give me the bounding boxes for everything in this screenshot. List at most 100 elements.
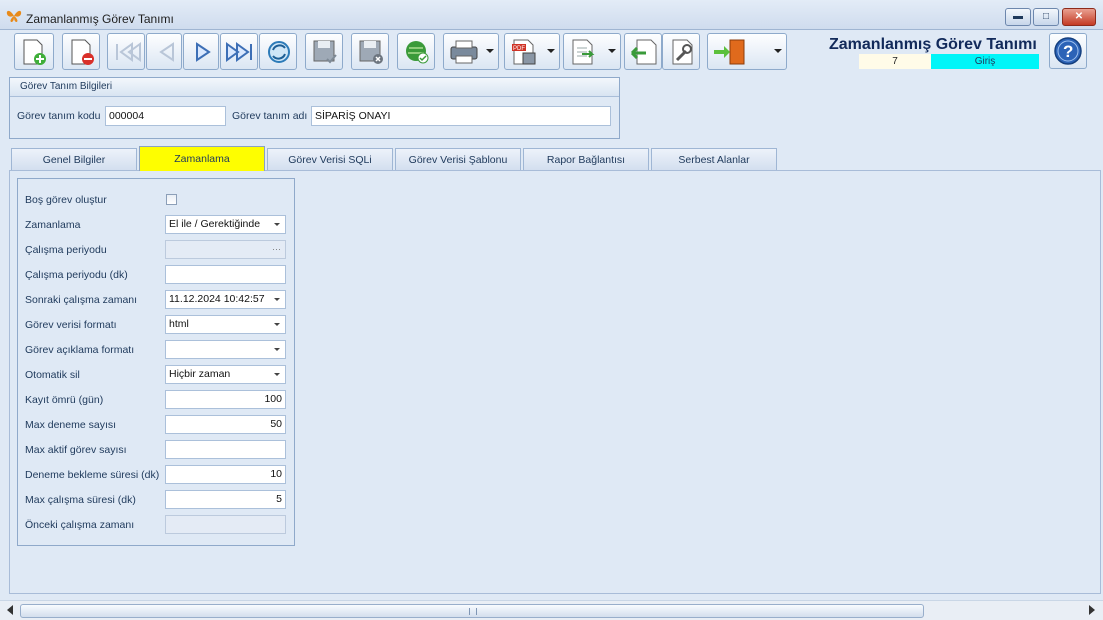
- task-code-input[interactable]: 000004: [105, 106, 226, 126]
- print-dropdown-arrow-icon[interactable]: [486, 49, 494, 53]
- otomatik-sil-value: Hiçbir zaman: [169, 368, 231, 380]
- chevron-down-icon: [274, 323, 280, 326]
- help-button[interactable]: ?: [1049, 33, 1087, 69]
- svg-text:PDF: PDF: [513, 46, 525, 52]
- calisma-periyodu-input[interactable]: ···: [165, 240, 286, 259]
- new-record-button[interactable]: [14, 33, 54, 70]
- back-icon: [630, 39, 657, 65]
- web-approve-button[interactable]: [397, 33, 435, 70]
- otomatik-sil-select[interactable]: Hiçbir zaman: [165, 365, 286, 384]
- task-name-input[interactable]: SİPARİŞ ONAYI: [311, 106, 611, 126]
- sonraki-calisma-value: 11.12.2024 10:42:57: [169, 293, 265, 305]
- onceki-calisma-input: [165, 515, 286, 534]
- first-record-button[interactable]: [107, 33, 145, 70]
- calisma-periyodu-label: Çalışma periyodu: [25, 244, 107, 256]
- help-icon: ?: [1054, 37, 1082, 65]
- gorev-aciklama-formati-label: Görev açıklama formatı: [25, 344, 135, 356]
- print-icon: [450, 40, 478, 64]
- onceki-calisma-label: Önceki çalışma zamanı: [25, 519, 135, 531]
- calisma-periyodu-dk-input[interactable]: [165, 265, 286, 284]
- next-record-button[interactable]: [183, 33, 219, 70]
- chevron-down-icon: [274, 223, 280, 226]
- gorev-aciklama-formati-select[interactable]: [165, 340, 286, 359]
- gorev-verisi-formati-select[interactable]: html: [165, 315, 286, 334]
- previous-record-button[interactable]: [146, 33, 182, 70]
- delete-record-button[interactable]: [62, 33, 100, 70]
- max-aktif-label: Max aktif görev sayısı: [25, 444, 127, 456]
- zamanlama-label: Zamanlama: [25, 219, 81, 231]
- first-record-icon: [116, 42, 141, 62]
- zamanlama-select[interactable]: El ile / Gerektiğinde: [165, 215, 286, 234]
- kayit-omru-input[interactable]: 100: [165, 390, 286, 409]
- grip-icon: [469, 608, 477, 615]
- max-aktif-input[interactable]: [165, 440, 286, 459]
- tab-rapor-baglantisi[interactable]: Rapor Bağlantısı: [523, 148, 649, 170]
- butterfly-icon: [6, 10, 22, 22]
- gorev-verisi-formati-label: Görev verisi formatı: [25, 319, 117, 331]
- task-code-label: Görev tanım kodu: [17, 110, 101, 122]
- tab-serbest-alanlar[interactable]: Serbest Alanlar: [651, 148, 777, 170]
- record-number: 7: [859, 54, 931, 69]
- settings-button[interactable]: [662, 33, 700, 70]
- bos-gorev-checkbox[interactable]: [166, 194, 177, 205]
- last-record-button[interactable]: [220, 33, 258, 70]
- sonraki-calisma-label: Sonraki çalışma zamanı: [25, 294, 138, 306]
- back-button[interactable]: [624, 33, 662, 70]
- previous-record-icon: [159, 42, 174, 62]
- horizontal-scrollbar[interactable]: [0, 600, 1103, 620]
- minimize-button[interactable]: ▬: [1005, 8, 1031, 26]
- group-title: Görev Tanım Bilgileri: [10, 78, 619, 97]
- last-record-icon: [226, 42, 252, 62]
- export-button[interactable]: [563, 33, 621, 70]
- form-header-title: Zamanlanmış Görev Tanımı: [829, 36, 1037, 53]
- mode-badge: Giriş: [931, 54, 1039, 69]
- new-record-icon: [23, 39, 46, 65]
- window-title: Zamanlanmış Görev Tanımı: [26, 12, 174, 26]
- task-name-label: Görev tanım adı: [232, 110, 308, 122]
- calisma-periyodu-dk-label: Çalışma periyodu (dk): [25, 269, 128, 281]
- deneme-bekleme-label: Deneme bekleme süresi (dk): [25, 469, 160, 481]
- scrollbar-thumb[interactable]: [20, 604, 924, 618]
- exit-dropdown-arrow-icon[interactable]: [774, 49, 782, 53]
- chevron-down-icon: [274, 373, 280, 376]
- bos-gorev-label: Boş görev oluştur: [25, 194, 107, 206]
- sonraki-calisma-datepicker[interactable]: 11.12.2024 10:42:57: [165, 290, 286, 309]
- web-approve-icon: [406, 41, 429, 64]
- deneme-bekleme-input[interactable]: 10: [165, 465, 286, 484]
- tab-zamanlama[interactable]: Zamanlama: [139, 146, 265, 171]
- export-dropdown-arrow-icon[interactable]: [608, 49, 616, 53]
- cancel-save-button[interactable]: [351, 33, 389, 70]
- tab-gorev-verisi-sql[interactable]: Görev Verisi SQLi: [267, 148, 393, 170]
- max-deneme-label: Max deneme sayısı: [25, 419, 117, 431]
- close-button[interactable]: ✕: [1062, 8, 1096, 26]
- tab-gorev-verisi-sablonu[interactable]: Görev Verisi Şablonu: [395, 148, 521, 170]
- refresh-icon: [268, 41, 290, 63]
- tab-genel-bilgiler[interactable]: Genel Bilgiler: [11, 148, 137, 170]
- pdf-export-icon: PDF: [512, 39, 536, 65]
- print-button[interactable]: [443, 33, 499, 70]
- chevron-down-icon: [274, 298, 280, 301]
- scroll-right-icon[interactable]: [1089, 605, 1095, 615]
- save-button[interactable]: [305, 33, 343, 70]
- exit-button[interactable]: [707, 33, 787, 70]
- pdf-dropdown-arrow-icon[interactable]: [547, 49, 555, 53]
- gorev-verisi-formati-value: html: [169, 318, 189, 330]
- next-record-icon: [196, 42, 211, 62]
- chevron-down-icon: [274, 348, 280, 351]
- kayit-omru-label: Kayıt ömrü (gün): [25, 394, 104, 406]
- ellipsis-icon[interactable]: ···: [272, 241, 281, 258]
- settings-wrench-icon: [672, 39, 693, 65]
- delete-record-icon: [71, 39, 94, 65]
- max-deneme-input[interactable]: 50: [165, 415, 286, 434]
- pdf-export-button[interactable]: PDF: [504, 33, 560, 70]
- svg-text:?: ?: [1063, 42, 1073, 61]
- scroll-left-icon[interactable]: [7, 605, 13, 615]
- exit-door-icon: [714, 39, 745, 65]
- zamanlama-value: El ile / Gerektiğinde: [169, 218, 261, 230]
- refresh-button[interactable]: [259, 33, 297, 70]
- export-icon: [572, 39, 595, 65]
- max-calisma-input[interactable]: 5: [165, 490, 286, 509]
- title-bar: Zamanlanmış Görev Tanımı ▬ □ ✕: [0, 0, 1103, 30]
- otomatik-sil-label: Otomatik sil: [25, 369, 80, 381]
- maximize-button[interactable]: □: [1033, 8, 1059, 26]
